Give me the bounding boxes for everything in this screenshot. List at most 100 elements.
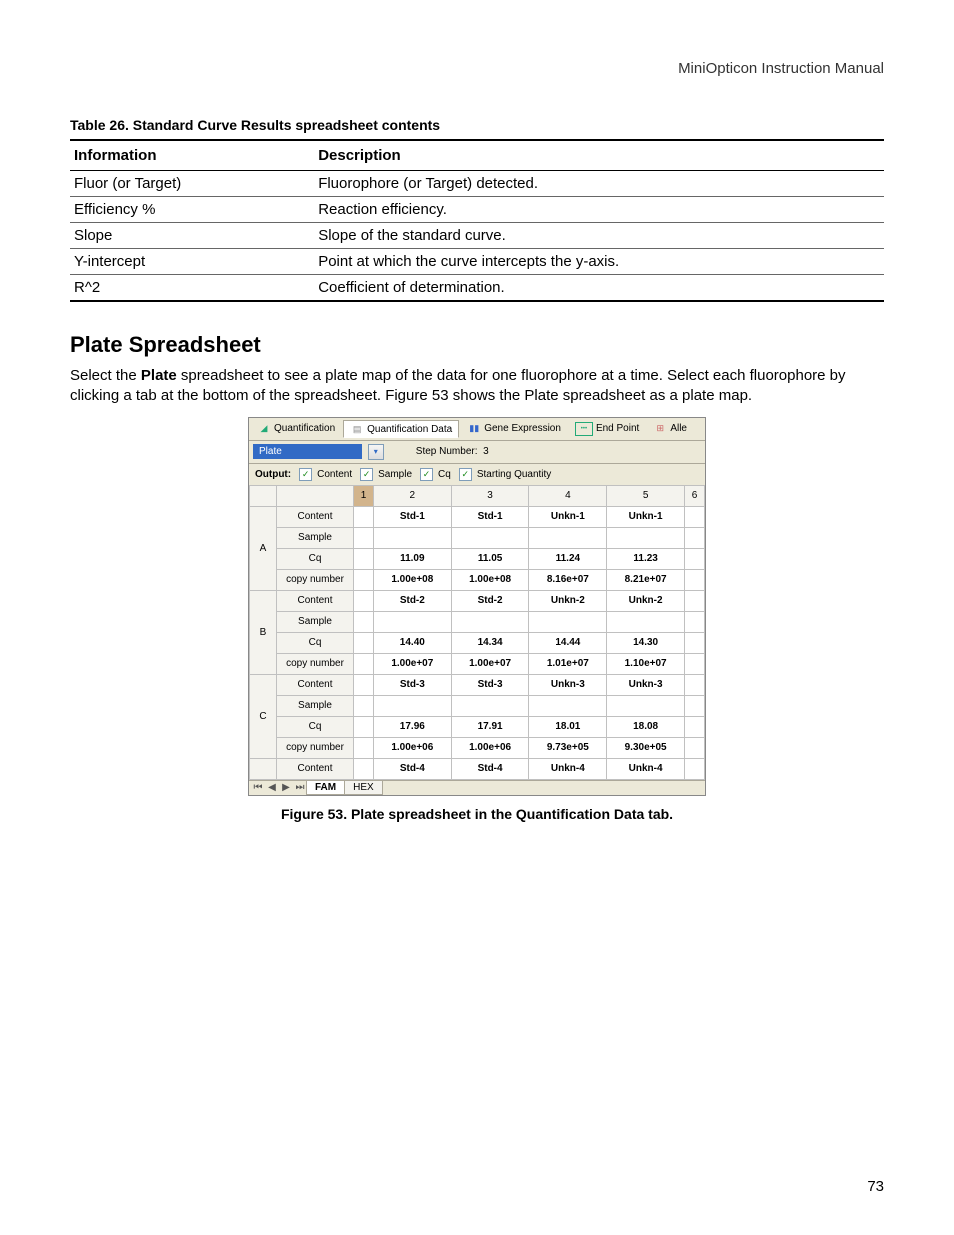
cell[interactable] [529,695,607,716]
cell[interactable] [685,695,705,716]
cell[interactable]: 1.00e+07 [373,653,451,674]
cell[interactable]: 18.08 [607,716,685,737]
cell[interactable]: Unkn-2 [607,590,685,611]
cell[interactable]: Unkn-1 [529,506,607,527]
cell[interactable] [354,737,374,758]
cell[interactable] [354,632,374,653]
cell[interactable] [607,527,685,548]
check-content[interactable]: ✓Content [299,468,352,481]
cell[interactable] [354,506,374,527]
cell[interactable]: 14.34 [451,632,529,653]
cell[interactable]: 17.96 [373,716,451,737]
cell[interactable] [354,527,374,548]
cell[interactable] [354,611,374,632]
col-header[interactable]: 4 [529,485,607,506]
cell[interactable] [685,569,705,590]
cell[interactable] [685,548,705,569]
tab-alle[interactable]: ⊞Alle [647,421,693,437]
cell[interactable] [685,590,705,611]
cell[interactable]: 17.91 [451,716,529,737]
cell[interactable] [529,611,607,632]
tab-end-point[interactable]: •••End Point [569,420,645,438]
cell[interactable] [685,611,705,632]
cell[interactable] [685,737,705,758]
cell[interactable]: 9.73e+05 [529,737,607,758]
cell[interactable]: 8.16e+07 [529,569,607,590]
cell[interactable] [451,527,529,548]
tab-quantification-data[interactable]: ▤Quantification Data [343,420,459,438]
cell[interactable] [607,611,685,632]
cell[interactable]: 1.00e+08 [373,569,451,590]
cell[interactable] [685,632,705,653]
cell[interactable]: 18.01 [529,716,607,737]
cell[interactable]: 14.44 [529,632,607,653]
cell[interactable]: Unkn-3 [529,674,607,695]
cell[interactable] [354,590,374,611]
cell[interactable] [451,611,529,632]
cell[interactable]: Std-4 [373,758,451,779]
check-starting-quantity[interactable]: ✓Starting Quantity [459,468,551,481]
plate-select[interactable]: Plate [253,444,362,459]
check-sample[interactable]: ✓Sample [360,468,412,481]
cell[interactable]: Unkn-2 [529,590,607,611]
col-header[interactable]: 1 [354,485,374,506]
check-cq[interactable]: ✓Cq [420,468,451,481]
cell[interactable]: Std-1 [373,506,451,527]
cell[interactable] [607,695,685,716]
cell[interactable]: 1.00e+08 [451,569,529,590]
cell[interactable] [354,569,374,590]
cell[interactable]: 9.30e+05 [607,737,685,758]
row-header[interactable]: C [250,674,277,758]
sheet-tab-fam[interactable]: FAM [306,781,345,795]
dropdown-arrow-icon[interactable]: ▾ [368,444,384,460]
cell[interactable] [373,527,451,548]
cell[interactable] [685,674,705,695]
cell[interactable]: 11.24 [529,548,607,569]
cell[interactable]: Unkn-4 [529,758,607,779]
cell[interactable] [451,695,529,716]
row-header[interactable] [250,758,277,779]
cell[interactable]: Std-3 [451,674,529,695]
cell[interactable]: Unkn-3 [607,674,685,695]
col-header[interactable]: 3 [451,485,529,506]
cell[interactable] [685,653,705,674]
cell[interactable]: Unkn-1 [607,506,685,527]
cell[interactable]: 1.00e+07 [451,653,529,674]
cell[interactable]: 1.10e+07 [607,653,685,674]
cell[interactable]: Std-3 [373,674,451,695]
cell[interactable] [373,695,451,716]
cell[interactable]: 1.00e+06 [373,737,451,758]
cell[interactable]: Std-2 [373,590,451,611]
cell[interactable]: Unkn-4 [607,758,685,779]
cell[interactable]: 11.23 [607,548,685,569]
row-header[interactable]: B [250,590,277,674]
cell[interactable]: Std-2 [451,590,529,611]
cell[interactable]: 14.40 [373,632,451,653]
cell[interactable]: 11.05 [451,548,529,569]
cell[interactable]: 11.09 [373,548,451,569]
first-sheet-icon[interactable]: ⏮ [251,782,265,793]
cell[interactable] [354,716,374,737]
col-header[interactable]: 2 [373,485,451,506]
cell[interactable] [529,527,607,548]
cell[interactable] [685,758,705,779]
cell[interactable]: Std-1 [451,506,529,527]
tab-gene-expression[interactable]: ▮▮Gene Expression [461,421,567,437]
cell[interactable] [685,716,705,737]
cell[interactable] [685,527,705,548]
cell[interactable] [354,548,374,569]
cell[interactable]: Std-4 [451,758,529,779]
last-sheet-icon[interactable]: ⏭ [293,782,307,793]
cell[interactable]: 14.30 [607,632,685,653]
cell[interactable] [354,758,374,779]
next-sheet-icon[interactable]: ▶ [279,782,293,793]
col-header[interactable]: 5 [607,485,685,506]
tab-quantification[interactable]: ◢Quantification [251,421,341,437]
col-header[interactable]: 6 [685,485,705,506]
row-header[interactable]: A [250,506,277,590]
cell[interactable] [354,653,374,674]
cell[interactable] [685,506,705,527]
cell[interactable] [354,695,374,716]
cell[interactable] [354,674,374,695]
sheet-tab-hex[interactable]: HEX [344,781,383,795]
